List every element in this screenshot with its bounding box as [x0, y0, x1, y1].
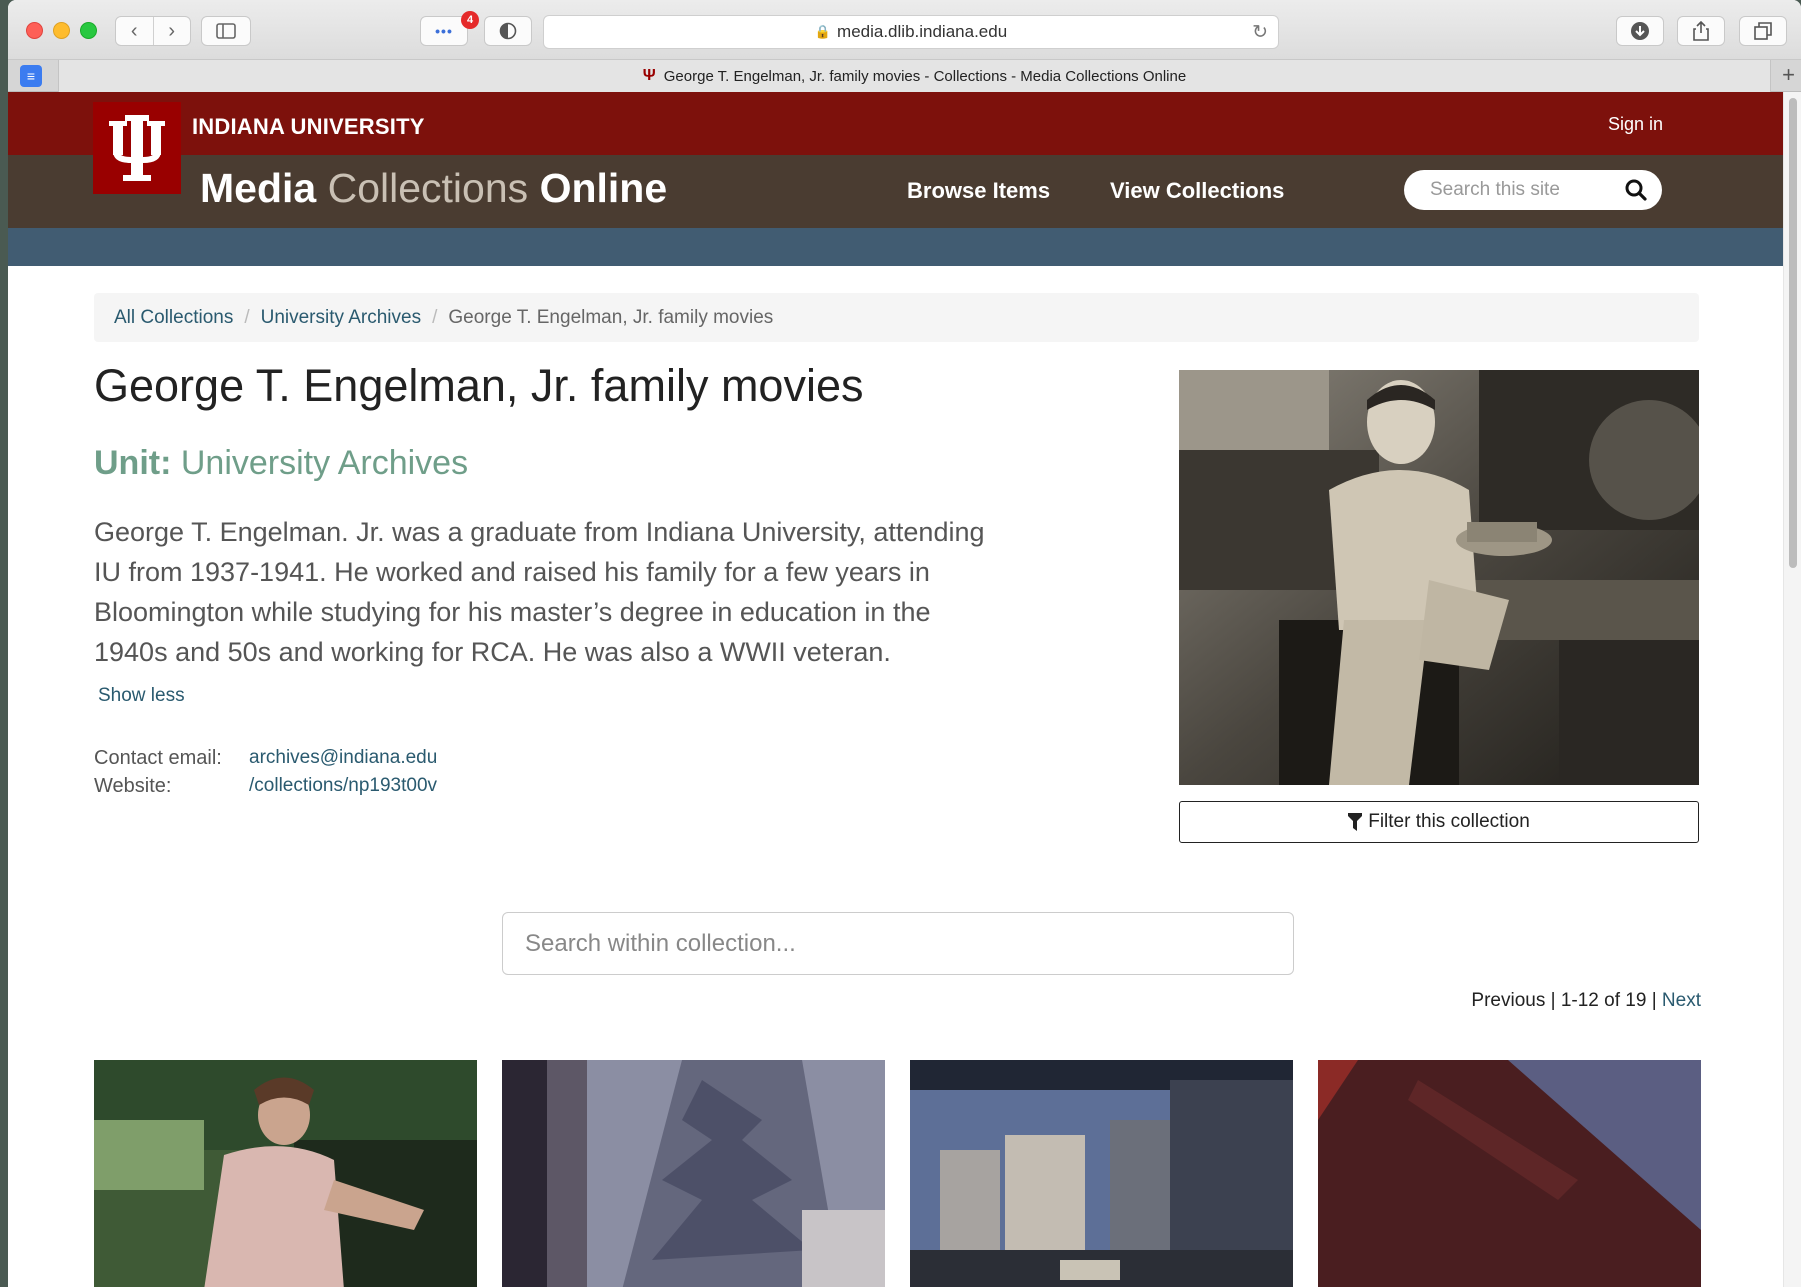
history-nav: ‹ ›: [115, 16, 191, 46]
search-icon[interactable]: [1624, 178, 1648, 202]
breadcrumb-university-archives[interactable]: University Archives: [261, 307, 422, 329]
filter-icon: [1348, 813, 1363, 831]
breadcrumb-all-collections[interactable]: All Collections: [114, 307, 233, 329]
site-title[interactable]: Media Collections Online: [200, 165, 667, 212]
page-title: George T. Engelman, Jr. family movies: [94, 360, 864, 411]
item-thumbnail[interactable]: [1318, 1060, 1701, 1287]
unit-link[interactable]: University Archives: [181, 444, 468, 482]
collection-search-input[interactable]: Search within collection...: [502, 912, 1294, 975]
browser-toolbar: ‹ › ••• 4 🔒 media.dlib.indiana.edu ↻: [8, 0, 1801, 60]
back-icon[interactable]: ‹: [116, 17, 154, 45]
minimize-window-button[interactable]: [53, 22, 70, 39]
pager-next-link[interactable]: Next: [1662, 990, 1701, 1011]
site-title-part-3: Online: [539, 165, 668, 211]
lock-icon: 🔒: [814, 24, 832, 39]
collection-description: George T. Engelman. Jr. was a graduate f…: [94, 512, 1034, 672]
reading-list-icon[interactable]: ≡: [20, 65, 42, 87]
site-title-part-1: Media: [200, 165, 317, 211]
collection-search-placeholder: Search within collection...: [525, 929, 796, 957]
web-page: INDIANA UNIVERSITY Sign in Media Collect…: [8, 92, 1783, 1287]
url-text: media.dlib.indiana.edu: [837, 22, 1008, 41]
iu-trident-logo[interactable]: [93, 102, 181, 194]
site-search-input[interactable]: Search this site: [1404, 170, 1662, 210]
privacy-shield-icon[interactable]: [484, 16, 532, 46]
reload-icon[interactable]: ↻: [1252, 21, 1268, 44]
browser-window: ‹ › ••• 4 🔒 media.dlib.indiana.edu ↻ ≡ Ψ…: [8, 0, 1801, 1287]
unit-label: Unit:: [94, 444, 172, 482]
tabs-overview-icon[interactable]: [1739, 16, 1787, 46]
new-tab-icon[interactable]: +: [1782, 62, 1795, 88]
tab-bar: ≡ Ψ George T. Engelman, Jr. family movie…: [8, 60, 1801, 92]
description-line: IU from 1937-1941. He worked and raised …: [94, 557, 930, 587]
tab-title: George T. Engelman, Jr. family movies - …: [663, 67, 1187, 85]
website-link[interactable]: /collections/np193t00v: [249, 775, 437, 797]
pager-range: 1-12 of 19: [1560, 990, 1647, 1011]
unit-line: Unit: University Archives: [94, 444, 468, 483]
scrollbar-thumb[interactable]: [1789, 98, 1797, 568]
website-label: Website:: [94, 775, 172, 797]
breadcrumb-current: George T. Engelman, Jr. family movies: [448, 306, 774, 328]
description-line: Bloomington while studying for his maste…: [94, 597, 931, 627]
nav-browse-items[interactable]: Browse Items: [907, 178, 1050, 204]
breadcrumb: All Collections / University Archives / …: [94, 293, 1699, 342]
university-name[interactable]: INDIANA UNIVERSITY: [192, 114, 425, 140]
page-scrollbar[interactable]: [1783, 92, 1801, 1287]
collection-poster-image: [1179, 370, 1699, 785]
forward-icon[interactable]: ›: [154, 17, 191, 45]
item-thumbnail[interactable]: [94, 1060, 477, 1287]
downloads-icon[interactable]: [1616, 16, 1664, 46]
nav-view-collections[interactable]: View Collections: [1110, 178, 1284, 204]
pagination: Previous | 1-12 of 19 | Next: [1471, 990, 1701, 1012]
contact-email-label: Contact email:: [94, 747, 222, 769]
contact-email-link[interactable]: archives@indiana.edu: [249, 747, 437, 769]
zoom-window-button[interactable]: [80, 22, 97, 39]
filter-collection-button[interactable]: Filter this collection: [1179, 801, 1699, 843]
site-title-part-2: Collections: [327, 165, 529, 211]
close-window-button[interactable]: [26, 22, 43, 39]
show-less-link[interactable]: Show less: [98, 685, 185, 707]
pager-separator: |: [1651, 990, 1657, 1011]
tab-active[interactable]: Ψ George T. Engelman, Jr. family movies …: [58, 60, 1771, 92]
filter-button-label: Filter this collection: [1368, 811, 1530, 832]
address-bar[interactable]: 🔒 media.dlib.indiana.edu ↻: [543, 15, 1279, 49]
accent-bar: [8, 228, 1783, 266]
item-thumbnail[interactable]: [910, 1060, 1293, 1287]
site-search-placeholder: Search this site: [1430, 179, 1560, 200]
sign-in-link[interactable]: Sign in: [1608, 114, 1663, 135]
item-thumbnail[interactable]: [502, 1060, 885, 1287]
description-line: George T. Engelman. Jr. was a graduate f…: [94, 517, 985, 547]
breadcrumb-separator: /: [432, 306, 438, 328]
description-line: 1940s and 50s and working for RCA. He wa…: [94, 637, 891, 667]
share-icon[interactable]: [1677, 16, 1725, 46]
extension-badge: 4: [461, 11, 479, 29]
breadcrumb-separator: /: [244, 306, 250, 328]
iu-favicon-icon: Ψ: [642, 67, 656, 84]
sidebar-toggle-icon[interactable]: [201, 16, 251, 46]
pager-previous: Previous: [1471, 990, 1546, 1011]
pager-separator: |: [1550, 990, 1556, 1011]
